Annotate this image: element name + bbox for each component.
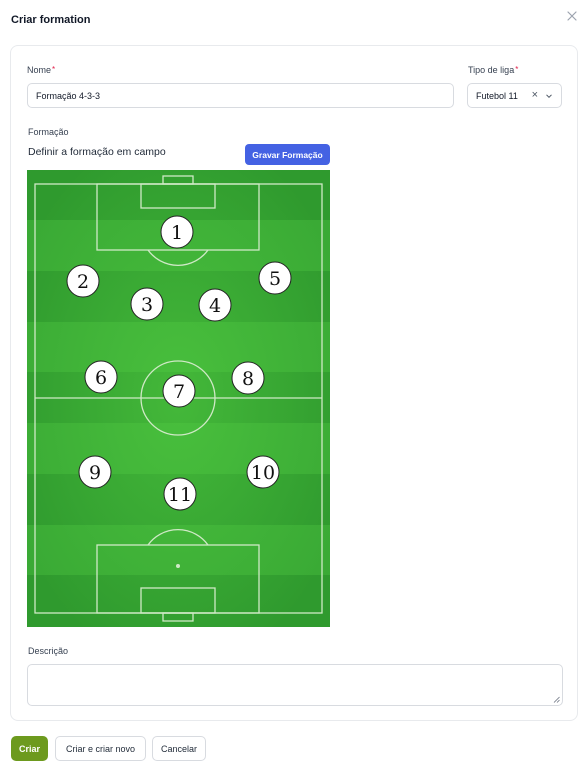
create-button[interactable]: Criar [11,736,48,761]
player-marker[interactable]: 5 [258,261,292,295]
player-number: 8 [242,368,254,390]
record-formation-button[interactable]: Gravar Formação [245,144,330,165]
player-number: 5 [269,268,281,290]
player-marker[interactable]: 11 [163,477,197,511]
player-marker[interactable]: 6 [84,360,118,394]
create-and-new-button[interactable]: Criar e criar novo [55,736,146,761]
close-icon[interactable] [565,9,579,23]
resize-handle-icon[interactable] [553,696,560,703]
player-marker[interactable]: 10 [246,455,280,489]
player-marker[interactable]: 9 [78,455,112,489]
formation-hint: Definir a formação em campo [28,146,166,158]
player-number: 6 [95,367,107,389]
formation-label: Formação [28,127,69,137]
player-marker[interactable]: 1 [160,215,194,249]
football-pitch: 1 2 3 4 5 6 7 8 9 10 11 [27,170,330,627]
name-label: Nome* [27,65,56,75]
name-input-value: Formação 4-3-3 [36,90,101,101]
player-number: 9 [89,462,101,484]
player-number: 7 [173,381,185,403]
player-number: 10 [251,462,275,484]
player-marker[interactable]: 7 [162,374,196,408]
modal-title: Criar formation [11,14,91,26]
player-number: 4 [209,295,221,317]
player-number: 3 [141,294,153,316]
form-card: Nome* Formação 4-3-3 Tipo de liga* Futeb… [10,45,578,721]
league-select-value: Futebol 11 [476,90,518,101]
player-marker[interactable]: 3 [130,287,164,321]
player-marker[interactable]: 8 [231,361,265,395]
player-number: 2 [77,271,89,293]
chevron-down-icon[interactable] [545,92,553,100]
required-mark: * [515,65,519,74]
cancel-button[interactable]: Cancelar [152,736,206,761]
player-marker[interactable]: 2 [66,264,100,298]
name-input[interactable]: Formação 4-3-3 [27,83,454,108]
required-mark: * [52,65,56,74]
league-label: Tipo de liga* [468,65,519,75]
league-select[interactable]: Futebol 11 × [467,83,562,108]
player-number: 11 [168,484,192,506]
description-textarea[interactable] [27,664,563,706]
player-number: 1 [171,222,183,244]
description-label: Descrição [28,646,69,656]
player-marker[interactable]: 4 [198,288,232,322]
clear-icon[interactable]: × [532,90,538,101]
